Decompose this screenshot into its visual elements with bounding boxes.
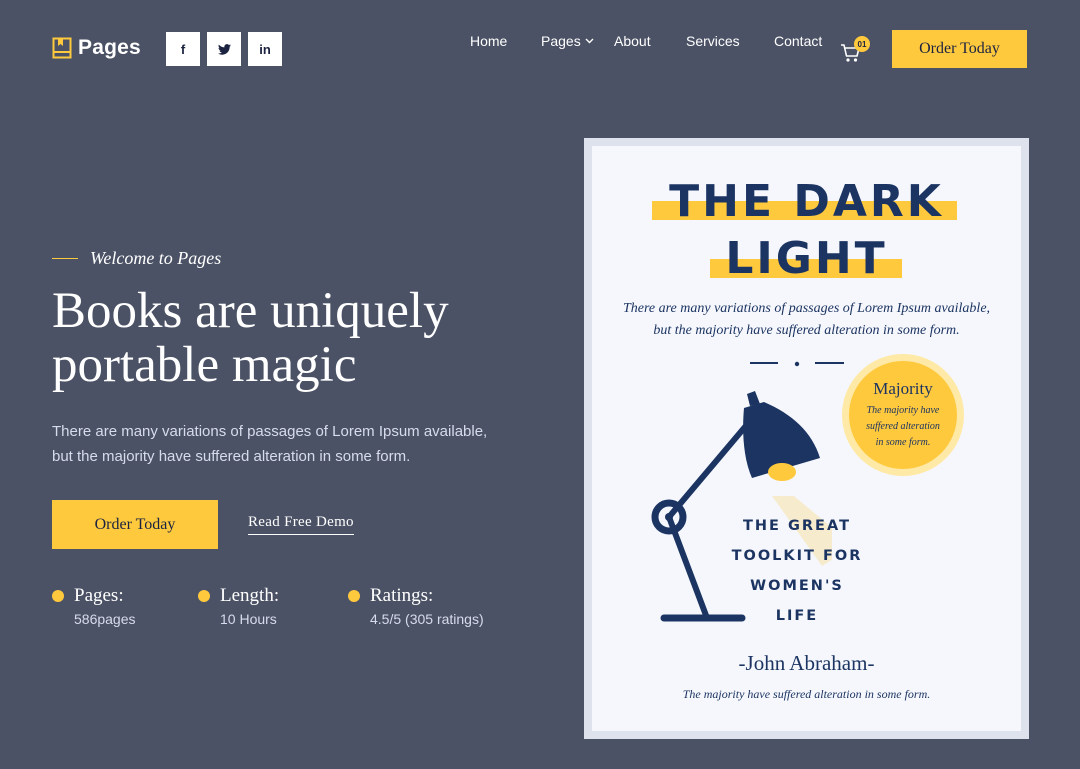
book-stats: Pages: 586pages Length: 10 Hours Ratings…	[52, 585, 572, 645]
headline-line: LIFE	[775, 608, 819, 624]
eyebrow-line	[52, 258, 78, 259]
nav-pages-label: Pages	[541, 33, 581, 49]
cart-button[interactable]: 01	[840, 36, 870, 64]
chevron-down-icon	[585, 38, 594, 44]
brand-name: Pages	[78, 36, 141, 59]
book-icon	[52, 37, 72, 59]
book-cover: THE DARK LIGHT There are many variations…	[592, 146, 1021, 731]
book-headline: THE GREAT TOOLKIT FOR WOMEN'S LIFE	[722, 511, 872, 631]
hero-title: Books are uniquely portable magic	[52, 284, 532, 392]
majority-badge-inner: Majority The majority have suffered alte…	[849, 361, 957, 469]
majority-badge: Majority The majority have suffered alte…	[842, 354, 964, 476]
facebook-icon[interactable]: f	[166, 32, 200, 66]
stat-label: Length:	[220, 585, 280, 606]
book-author: -John Abraham-	[738, 651, 875, 675]
social-links: f in	[166, 32, 282, 66]
book-subtitle: There are many variations of passages of…	[622, 301, 991, 338]
linkedin-icon[interactable]: in	[248, 32, 282, 66]
bullet-dot	[198, 590, 210, 602]
badge-text: The majority have suffered alteration in…	[866, 405, 940, 448]
book-title-line-2: LIGHT	[725, 233, 888, 284]
hero-eyebrow: Welcome to Pages	[52, 248, 221, 269]
headline-line: THE GREAT	[743, 518, 851, 534]
hero-description: There are many variations of passages of…	[52, 423, 488, 465]
nav-about[interactable]: About	[614, 33, 651, 49]
eyebrow-text: Welcome to Pages	[90, 248, 222, 268]
book-footer-text: The majority have suffered alteration in…	[682, 687, 931, 701]
order-today-button[interactable]: Order Today	[52, 500, 218, 549]
nav-home[interactable]: Home	[470, 33, 507, 49]
headline-line: TOOLKIT FOR	[731, 548, 863, 564]
stat-length: Length: 10 Hours	[198, 585, 279, 627]
book-title-line-1: THE DARK	[669, 176, 944, 227]
stat-pages: Pages: 586pages	[52, 585, 136, 627]
ornament-divider	[750, 361, 844, 367]
stat-label: Ratings:	[370, 585, 434, 606]
headline-line: WOMEN'S	[750, 578, 844, 594]
order-today-button-header[interactable]: Order Today	[892, 30, 1027, 68]
stat-label: Pages:	[74, 585, 124, 606]
bullet-dot	[52, 590, 64, 602]
badge-title: Majority	[873, 379, 933, 398]
book-cover-frame: THE DARK LIGHT There are many variations…	[584, 138, 1029, 739]
read-free-demo-link[interactable]: Read Free Demo	[248, 514, 354, 535]
bullet-dot	[348, 590, 360, 602]
stat-value: 4.5/5 (305 ratings)	[370, 611, 484, 627]
brand-logo[interactable]: Pages	[52, 36, 141, 60]
stat-value: 586pages	[74, 611, 136, 627]
nav-contact[interactable]: Contact	[774, 33, 822, 49]
stat-value: 10 Hours	[220, 611, 277, 627]
nav-services[interactable]: Services	[686, 33, 740, 49]
hero-title-line-1: Books are uniquely	[52, 283, 449, 339]
cart-count-badge: 01	[854, 36, 870, 52]
stat-ratings: Ratings: 4.5/5 (305 ratings)	[348, 585, 484, 627]
twitter-icon[interactable]	[207, 32, 241, 66]
nav-pages[interactable]: Pages	[541, 33, 594, 49]
hero-title-line-2: portable magic	[52, 337, 357, 393]
